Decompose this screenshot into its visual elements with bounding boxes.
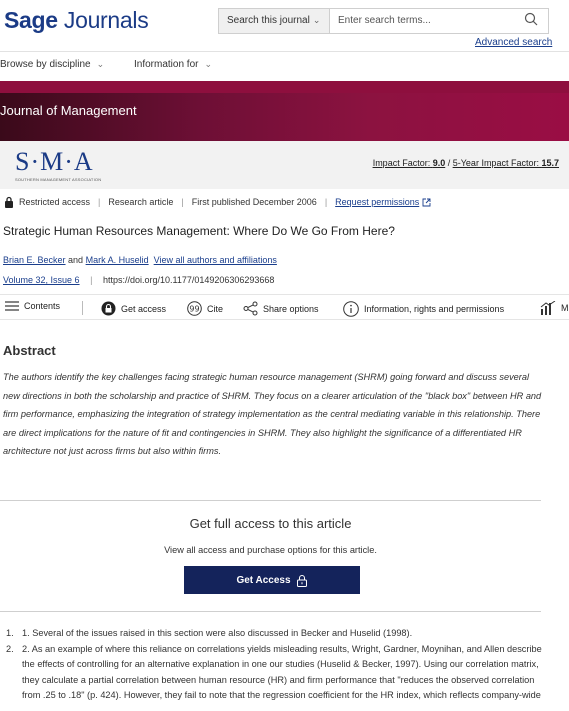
separator: | — [181, 197, 184, 207]
get-access-primary-button[interactable]: Get Access — [184, 566, 360, 594]
search-icon[interactable] — [524, 12, 538, 26]
abstract-heading: Abstract — [3, 343, 56, 358]
chevron-down-icon: ⌄ — [96, 59, 105, 69]
footnote-item: 2. 2. As an example of where this relianc… — [6, 643, 542, 701]
svg-text:99: 99 — [189, 305, 199, 314]
nav-information-for[interactable]: Information for ⌄ — [134, 59, 212, 70]
share-icon — [243, 301, 258, 316]
footnotes-list: 1. 1. Several of the issues raised in thi… — [6, 626, 546, 704]
volume-issue-link[interactable]: Volume 32, Issue 6 — [3, 275, 80, 285]
divider — [0, 500, 541, 501]
bar-chart-icon — [540, 301, 556, 315]
article-toolbar: Contents Get access 99 Cite Share option… — [0, 294, 569, 320]
doi-link[interactable]: https://doi.org/10.1177/0149206306293668 — [103, 275, 274, 285]
sma-logo[interactable]: S·M·A SOUTHERN MANAGEMENT ASSOCIATION — [15, 147, 101, 183]
metrics-button[interactable]: M — [540, 301, 569, 315]
banner-stripe — [0, 81, 569, 93]
article-meta: Restricted access | Research article | F… — [4, 196, 431, 208]
separator: | — [98, 197, 101, 207]
request-permissions-link[interactable]: Request permissions — [335, 197, 419, 207]
get-access-button[interactable]: Get access — [101, 301, 166, 316]
volume-line: Volume 32, Issue 6 | https://doi.org/10.… — [3, 275, 274, 285]
external-link-icon — [422, 198, 431, 206]
share-options-button[interactable]: Share options — [243, 301, 319, 316]
lock-icon — [5, 196, 13, 208]
impact-factor[interactable]: Impact Factor: 9.0 / 5-Year Impact Facto… — [373, 158, 559, 168]
contents-button[interactable]: Contents — [5, 301, 60, 311]
article-type: Research article — [108, 197, 174, 207]
author-link[interactable]: Brian E. Becker — [3, 255, 66, 265]
abstract-text: The authors identify the key challenges … — [3, 372, 542, 456]
sage-journals-logo[interactable]: Sage Journals — [4, 7, 149, 34]
journal-title[interactable]: Journal of Management — [0, 103, 137, 118]
divider — [0, 611, 541, 612]
view-all-authors-link[interactable]: View all authors and affiliations — [154, 255, 277, 265]
main-nav: Browse by discipline ⌄ Information for ⌄ — [0, 52, 569, 80]
site-header: Sage Journals Search this journal ⌄ Enter… — [0, 0, 569, 52]
menu-icon — [5, 301, 19, 311]
chevron-down-icon: ⌄ — [312, 15, 321, 25]
separator: | — [324, 197, 328, 207]
search-input[interactable]: Enter search terms... — [329, 8, 549, 34]
advanced-search-link[interactable]: Advanced search — [475, 37, 552, 48]
society-bar: S·M·A SOUTHERN MANAGEMENT ASSOCIATION Im… — [0, 141, 569, 189]
search-scope-select[interactable]: Search this journal ⌄ — [218, 8, 329, 34]
journal-banner: Journal of Management — [0, 81, 569, 141]
info-icon — [343, 301, 359, 317]
lock-icon — [296, 574, 307, 587]
information-rights-button[interactable]: Information, rights and permissions — [343, 301, 504, 317]
author-link[interactable]: Mark A. Huselid — [86, 255, 149, 265]
access-subtext: View all access and purchase options for… — [164, 545, 377, 555]
access-status: Restricted access — [19, 197, 91, 207]
cite-button[interactable]: 99 Cite — [187, 301, 223, 316]
chevron-down-icon: ⌄ — [204, 59, 213, 69]
authors-line: Brian E. Becker and Mark A. Huselid View… — [3, 255, 277, 265]
separator: | — [90, 275, 93, 285]
article-title: Strategic Human Resources Management: Wh… — [3, 224, 395, 238]
published-date: First published December 2006 — [191, 197, 317, 207]
nav-browse-by-discipline[interactable]: Browse by discipline ⌄ — [0, 59, 104, 70]
separator — [82, 301, 83, 315]
footnote-item: 1. 1. Several of the issues raised in thi… — [6, 628, 413, 638]
access-heading: Get full access to this article — [189, 516, 352, 531]
lock-circle-icon — [101, 301, 116, 316]
quote-icon: 99 — [187, 301, 202, 316]
